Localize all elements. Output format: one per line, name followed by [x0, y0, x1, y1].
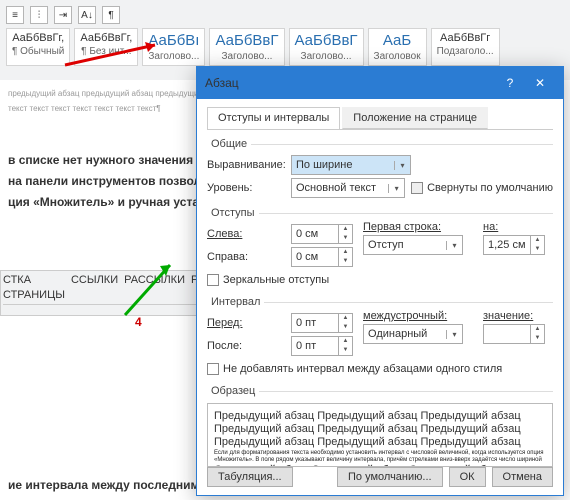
paragraph-mark-icon[interactable]: ¶: [102, 6, 120, 24]
value-spinner[interactable]: ▲▼: [483, 324, 545, 344]
dialog-titlebar[interactable]: Абзац ? ✕: [197, 67, 563, 99]
down-arrow-icon[interactable]: ▼: [339, 257, 352, 266]
up-arrow-icon[interactable]: ▲: [339, 225, 352, 234]
label-on: на:: [483, 221, 553, 233]
up-arrow-icon[interactable]: ▲: [339, 337, 352, 346]
dialog-buttons: Табуляция... По умолчанию... ОК Отмена: [207, 467, 553, 487]
label-level: Уровень:: [207, 182, 285, 194]
tabs-button[interactable]: Табуляция...: [207, 467, 293, 487]
label-line-spacing: междустрочный:: [363, 310, 473, 322]
label-value: значение:: [483, 310, 553, 322]
up-arrow-icon[interactable]: ▲: [339, 314, 352, 323]
paragraph-dialog: Абзац ? ✕ Отступы и интервалы Положение …: [196, 66, 564, 496]
label-after: После:: [207, 340, 285, 352]
no-space-checkbox[interactable]: Не добавлять интервал между абзацами одн…: [207, 363, 553, 375]
default-button[interactable]: По умолчанию...: [337, 467, 443, 487]
label-before: Перед:: [207, 317, 285, 329]
style-normal[interactable]: АаБбВвГг,¶ Обычный: [6, 28, 70, 66]
line-spacing-combo[interactable]: Одинарный▾: [363, 324, 463, 344]
section-preview: Образец: [207, 385, 259, 397]
mini-ribbon: СТКА СТРАНИЦЫ ССЫЛКИ РАССЫЛКИ РЕЦЕНЗИРОВ…: [0, 270, 200, 316]
style-heading2[interactable]: АаБбВвГЗаголово...: [209, 28, 284, 66]
section-general: Общие: [207, 138, 251, 150]
level-combo[interactable]: Основной текст▾: [291, 178, 405, 198]
tab-indents[interactable]: Отступы и интервалы: [207, 107, 340, 129]
left-spinner[interactable]: 0 см▲▼: [291, 224, 353, 244]
style-heading1[interactable]: АаБбВıЗаголово...: [142, 28, 205, 66]
sort-icon[interactable]: A↓: [78, 6, 96, 24]
after-spinner[interactable]: 0 пт▲▼: [291, 336, 353, 356]
style-nospacing[interactable]: АаБбВвГг,¶ Без инт...: [74, 28, 138, 66]
on-spinner[interactable]: 1,25 см▲▼: [483, 235, 545, 255]
indent-icon[interactable]: ⇥: [54, 6, 72, 24]
bullet-icon[interactable]: ⫶: [30, 6, 48, 24]
down-arrow-icon[interactable]: ▼: [339, 234, 352, 243]
align-left-icon[interactable]: ≡: [6, 6, 24, 24]
paragraph-tools: ≡ ⫶ ⇥ A↓ ¶: [0, 4, 570, 26]
dialog-title: Абзац: [205, 76, 495, 90]
annotation-4: 4: [135, 315, 142, 329]
down-arrow-icon[interactable]: ▼: [531, 334, 544, 343]
section-indent: Отступы: [207, 207, 259, 219]
help-button[interactable]: ?: [495, 73, 525, 93]
label-first-line: Первая строка:: [363, 221, 473, 233]
chevron-down-icon: ▾: [394, 161, 410, 170]
close-button[interactable]: ✕: [525, 73, 555, 93]
section-spacing: Интервал: [207, 296, 264, 308]
first-line-combo[interactable]: Отступ▾: [363, 235, 463, 255]
collapse-checkbox: Свернуты по умолчанию: [411, 182, 553, 194]
label-left: Слева:: [207, 228, 285, 240]
style-heading3[interactable]: АаБбВвГЗаголово...: [289, 28, 364, 66]
style-subtitle[interactable]: АаБбВвГгПодзаголо...: [431, 28, 500, 66]
mirror-checkbox[interactable]: Зеркальные отступы: [207, 274, 553, 286]
style-title[interactable]: АаБЗаголовок: [368, 28, 427, 66]
cancel-button[interactable]: Отмена: [492, 467, 553, 487]
label-right: Справа:: [207, 251, 285, 263]
up-arrow-icon[interactable]: ▲: [339, 248, 352, 257]
preview-area: Предыдущий абзац Предыдущий абзац Предыд…: [207, 403, 553, 467]
before-spinner[interactable]: 0 пт▲▼: [291, 313, 353, 333]
up-arrow-icon[interactable]: ▲: [531, 236, 544, 245]
down-arrow-icon[interactable]: ▼: [531, 245, 544, 254]
alignment-combo[interactable]: По ширине▾: [291, 155, 411, 175]
footer-text: ие интервала между последними: [8, 477, 207, 494]
dialog-tabs: Отступы и интервалы Положение на страниц…: [207, 107, 553, 130]
styles-gallery: АаБбВвГг,¶ Обычный АаБбВвГг,¶ Без инт...…: [0, 26, 570, 68]
down-arrow-icon[interactable]: ▼: [339, 323, 352, 332]
up-arrow-icon[interactable]: ▲: [531, 325, 544, 334]
ok-button[interactable]: ОК: [449, 467, 486, 487]
chevron-down-icon: ▾: [388, 184, 404, 193]
chevron-down-icon: ▾: [446, 330, 462, 339]
label-alignment: Выравнивание:: [207, 159, 285, 171]
down-arrow-icon[interactable]: ▼: [339, 346, 352, 355]
chevron-down-icon: ▾: [446, 241, 462, 250]
tab-position[interactable]: Положение на странице: [342, 107, 488, 129]
right-spinner[interactable]: 0 см▲▼: [291, 247, 353, 267]
